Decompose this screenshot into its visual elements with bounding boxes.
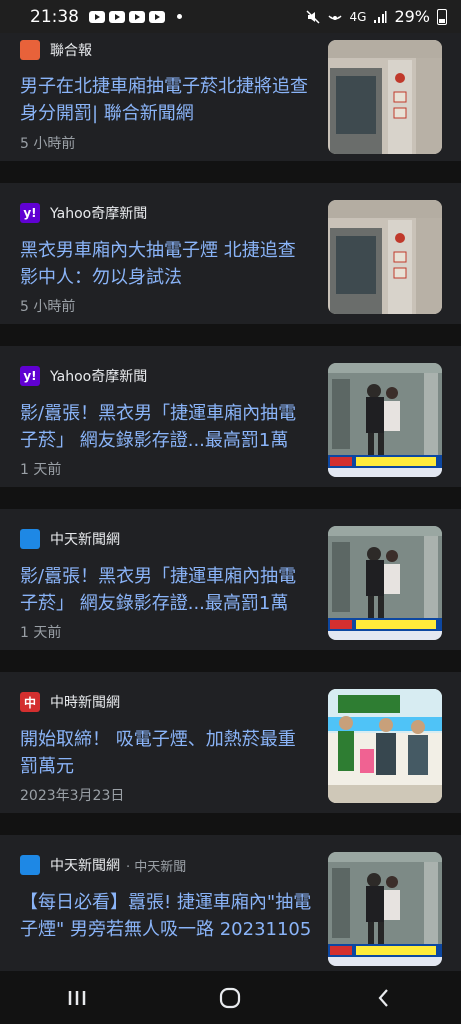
article-time: 2023年3月23日 xyxy=(20,788,125,804)
article-thumbnail[interactable] xyxy=(328,526,442,640)
news-card[interactable]: 聯合報男子在北捷車廂抽電子菸北捷將追查身分開罰| 聯合新聞網 5 小時前 xyxy=(0,33,461,183)
news-feed: 聯合報男子在北捷車廂抽電子菸北捷將追查身分開罰| 聯合新聞網 5 小時前 y! Yah… xyxy=(0,33,461,998)
source-logo-icon: 中 xyxy=(20,692,40,712)
news-card[interactable]: 中中時新聞網開始取締！ 吸電子煙、加熱菸最重罰萬元 2023年3月23日 xyxy=(0,672,461,835)
article-thumbnail[interactable] xyxy=(328,852,442,966)
recent-apps-icon xyxy=(68,990,86,1005)
navigation-bar xyxy=(0,971,461,1024)
news-source: y! Yahoo奇摩新聞 xyxy=(20,203,147,223)
article-time: 1 天前 xyxy=(20,625,62,641)
article-title[interactable]: 黑衣男車廂內大抽電子煙 北捷追查影中人：勿以身試法 xyxy=(20,237,312,291)
news-card[interactable]: 中天新聞網影/囂張！黑衣男「捷運車廂內抽電子菸」 網友錄影存證...最高罰1萬 1… xyxy=(0,509,461,672)
recent-apps-button[interactable] xyxy=(47,978,107,1018)
source-logo-icon: y! xyxy=(20,203,40,223)
news-source: y! Yahoo奇摩新聞 xyxy=(20,366,147,386)
article-time: 5 小時前 xyxy=(20,136,76,152)
news-clip-icon xyxy=(328,852,442,966)
status-time: 21:38 xyxy=(30,6,79,27)
article-title[interactable]: 開始取締！ 吸電子煙、加熱菸最重罰萬元 xyxy=(20,726,312,780)
youtube-notification-icon xyxy=(129,10,145,23)
news-card[interactable]: y! Yahoo奇摩新聞影/囂張！黑衣男「捷運車廂內抽電子菸」 網友錄影存證...… xyxy=(0,346,461,509)
source-name: 中天新聞網 xyxy=(50,532,120,548)
article-title[interactable]: 影/囂張！黑衣男「捷運車廂內抽電子菸」 網友錄影存證...最高罰1萬 xyxy=(20,563,312,617)
news-source: 中天新聞網 xyxy=(20,529,120,549)
news-clip-icon xyxy=(328,363,442,477)
hotspot-icon xyxy=(327,14,342,20)
news-card[interactable]: y! Yahoo奇摩新聞黑衣男車廂內大抽電子煙 北捷追查影中人：勿以身試法 5 小時… xyxy=(0,183,461,346)
news-source: 中天新聞網 · 中天新聞 xyxy=(20,855,186,875)
article-thumbnail[interactable] xyxy=(328,689,442,803)
train-interior-icon xyxy=(328,40,442,154)
battery-icon xyxy=(437,8,447,25)
back-button[interactable] xyxy=(354,978,414,1018)
news-clip-icon xyxy=(328,526,442,640)
youtube-notification-icon xyxy=(149,10,165,23)
source-logo-icon xyxy=(20,40,40,60)
source-publisher: · 中天新聞 xyxy=(126,859,187,875)
battery-percent: 29% xyxy=(394,7,430,26)
more-notifications-icon xyxy=(177,14,182,19)
news-source: 聯合報 xyxy=(20,40,92,60)
train-interior-icon xyxy=(328,200,442,314)
home-icon xyxy=(220,987,241,1008)
article-thumbnail[interactable] xyxy=(328,200,442,314)
source-name: 中天新聞網 xyxy=(50,858,120,874)
source-name: Yahoo奇摩新聞 xyxy=(50,206,148,222)
mute-icon xyxy=(305,9,320,24)
article-time: 1 天前 xyxy=(20,462,62,478)
youtube-notification-icon xyxy=(89,10,105,23)
status-indicators: 4G 29% xyxy=(305,7,447,26)
article-thumbnail[interactable] xyxy=(328,363,442,477)
source-name: 中時新聞網 xyxy=(50,695,120,711)
source-logo-icon xyxy=(20,529,40,549)
article-time: 5 小時前 xyxy=(20,299,76,315)
article-title[interactable]: 影/囂張！黑衣男「捷運車廂內抽電子菸」 網友錄影存證...最高罰1萬 xyxy=(20,400,312,454)
source-name: Yahoo奇摩新聞 xyxy=(50,369,148,385)
news-source: 中中時新聞網 xyxy=(20,692,120,712)
source-name: 聯合報 xyxy=(50,43,92,59)
source-logo-icon xyxy=(20,855,40,875)
signal-icon xyxy=(374,10,387,23)
article-title[interactable]: 【每日必看】囂張! 捷運車廂內"抽電子煙" 男旁若無人吸一路 20231105 xyxy=(20,889,312,943)
network-type: 4G xyxy=(349,9,367,24)
youtube-notification-icon xyxy=(109,10,125,23)
press-event-icon xyxy=(328,689,442,803)
back-icon xyxy=(378,988,388,1007)
article-thumbnail[interactable] xyxy=(328,40,442,154)
article-title[interactable]: 男子在北捷車廂抽電子菸北捷將追查身分開罰| 聯合新聞網 xyxy=(20,73,312,127)
source-logo-icon: y! xyxy=(20,366,40,386)
status-bar: 21:38 4G 29% xyxy=(0,0,461,33)
home-button[interactable] xyxy=(200,978,260,1018)
